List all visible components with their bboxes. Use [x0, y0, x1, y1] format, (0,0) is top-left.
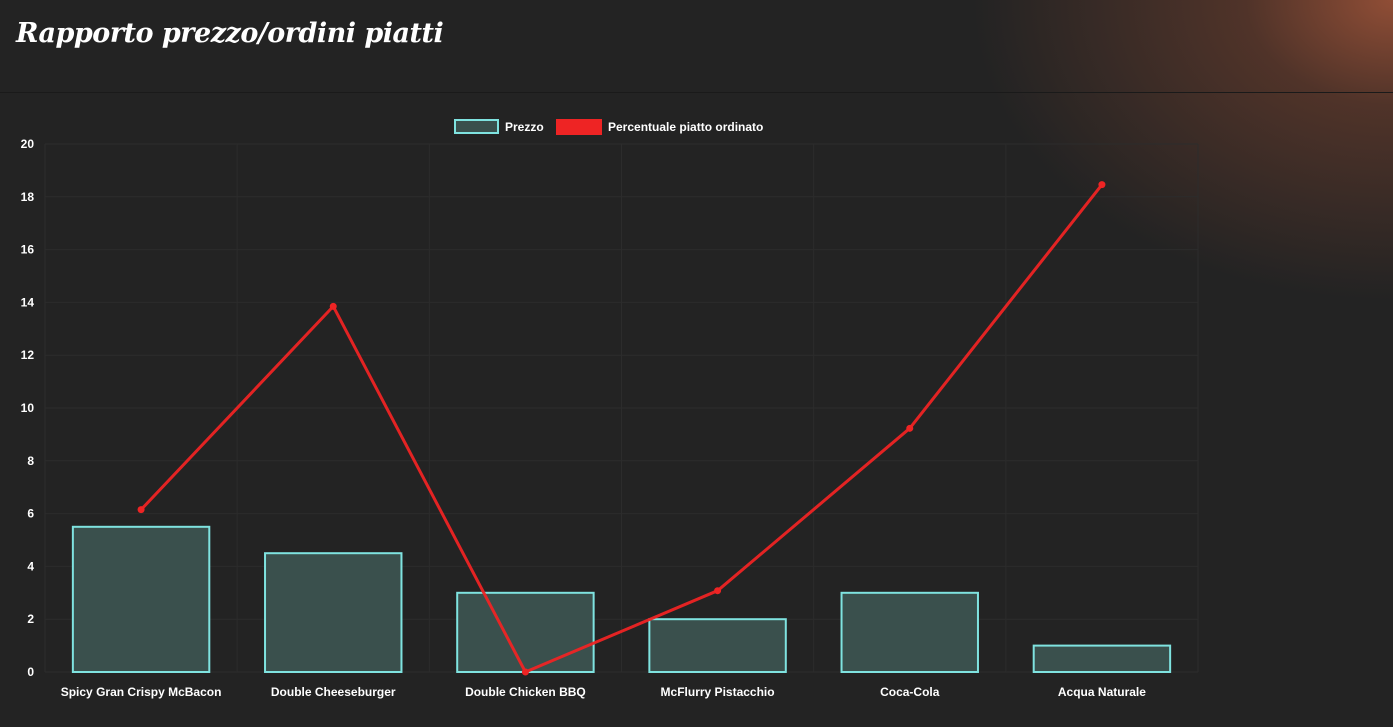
legend-label-percentuale: Percentuale piatto ordinato	[608, 120, 763, 134]
bar-prezzo	[648, 618, 787, 674]
y-tick-label: 8	[27, 454, 34, 468]
chart-legend: Prezzo Percentuale piatto ordinato	[454, 119, 763, 135]
y-tick-label: 20	[21, 137, 35, 151]
y-tick-label: 14	[21, 295, 35, 309]
point-percentuale	[329, 302, 337, 310]
bar-prezzo	[71, 525, 211, 673]
price-orders-chart: 0 2 4 6 8 10 12 14 16 18 20 Spicy Gran Crispy McBac…	[21, 119, 1199, 699]
y-tick-label: 12	[21, 348, 35, 362]
point-percentuale	[714, 587, 722, 595]
x-tick-label: Spicy Gran Crispy McBacon	[61, 685, 222, 699]
x-tick-label: Double Chicken BBQ	[465, 685, 586, 699]
point-percentuale	[906, 424, 914, 432]
legend-label-prezzo: Prezzo	[505, 120, 544, 134]
x-tick-label: Double Cheeseburger	[271, 685, 396, 699]
y-tick-label: 4	[27, 559, 34, 573]
legend-swatch-prezzo	[454, 119, 499, 134]
x-tick-label: Acqua Naturale	[1058, 685, 1146, 699]
y-tick-label: 2	[27, 612, 34, 626]
y-tick-label: 0	[27, 665, 34, 679]
bar-prezzo	[264, 552, 403, 674]
x-tick-label: McFlurry Pistacchio	[661, 685, 775, 699]
y-tick-label: 16	[21, 243, 35, 257]
legend-swatch-percentuale	[556, 119, 602, 135]
point-percentuale	[137, 506, 145, 514]
bar-prezzo	[456, 591, 595, 673]
y-tick-label: 6	[27, 507, 34, 521]
point-percentuale	[1098, 181, 1106, 189]
x-tick-label: Coca-Cola	[880, 685, 940, 699]
y-tick-label: 18	[21, 190, 35, 204]
y-tick-label: 10	[21, 401, 35, 415]
bar-prezzo	[840, 591, 979, 673]
point-percentuale	[521, 668, 529, 676]
bar-prezzo	[1032, 644, 1172, 673]
